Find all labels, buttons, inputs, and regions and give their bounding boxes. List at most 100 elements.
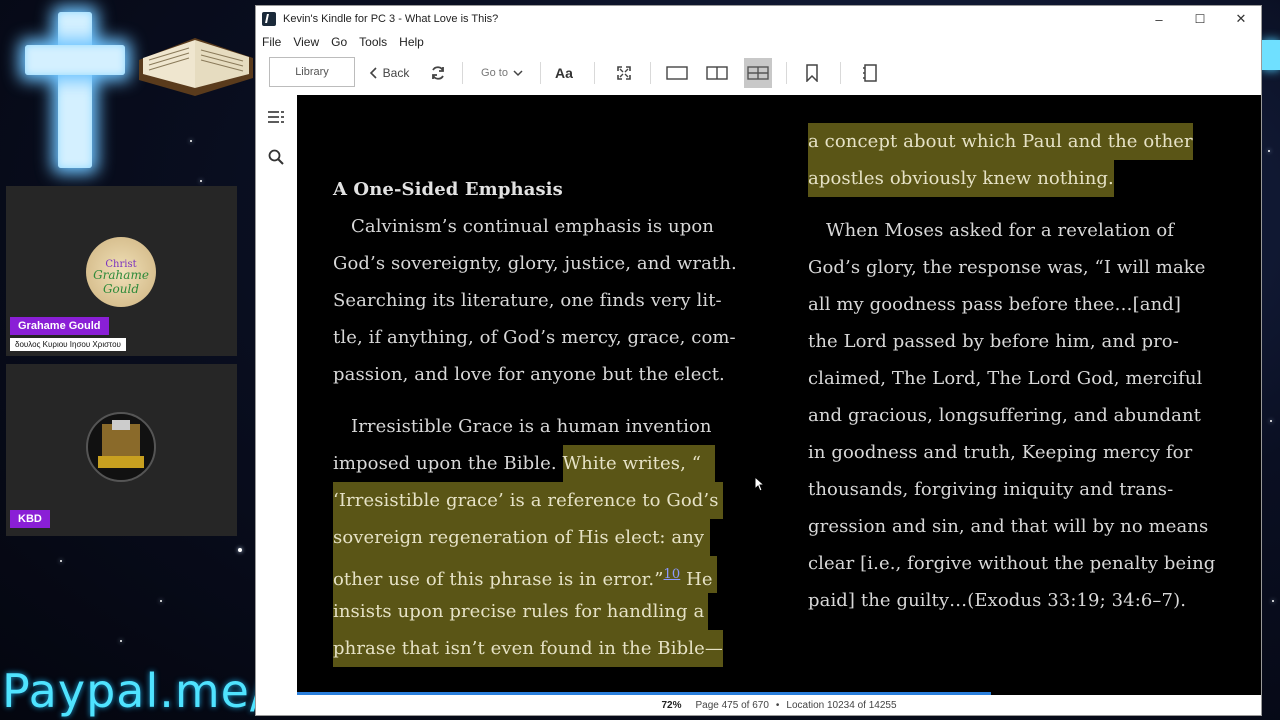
status-bar: 72% Page 475 of 670 • Location 10234 of … [297,695,1261,715]
library-button[interactable]: Library [269,57,355,87]
text-line: apostles obviously knew nothing. [808,160,1248,197]
text-line: a concept about which Paul and the other [808,123,1248,160]
search-icon [268,149,284,165]
fullscreen-icon [617,66,631,80]
grid-view-button[interactable] [744,58,772,88]
text-line: sovereign regeneration of His elect: any [333,519,763,556]
chevron-down-icon [513,70,523,77]
text-line: Irresistible Grace is a human invention [351,416,712,437]
text-line: God’s glory, the response was, “I will m… [808,257,1206,278]
page-indicator: Page 475 of 670 [695,699,769,711]
text-line: gression and sin, and that will by no me… [808,516,1209,537]
text-line: paid] the guilty…(Exodus 33:19; 34:6–7). [808,590,1187,611]
highlighted-text: phrase that isn’t even found in the Bibl… [333,630,723,667]
text-line: Calvinism’s continual emphasis is upon [351,216,714,237]
right-column: a concept about which Paul and the other… [808,123,1248,619]
highlighted-text: White writes, “ [562,445,716,482]
text-plain: imposed upon the Bible. [333,453,563,474]
avatar: Christ Grahame Gould [86,237,156,307]
notebook-button[interactable] [858,58,882,88]
text-line: Searching its literature, one finds very… [333,290,722,311]
highlighted-after: He [680,569,713,590]
kindle-window: Kevin's Kindle for PC 3 - What Love is T… [255,5,1262,716]
bookmark-button[interactable] [800,58,824,88]
back-label: Back [382,66,410,80]
avatar-art [98,420,144,468]
cross-logo-bar [25,45,125,75]
sync-button[interactable] [426,58,450,88]
webcam-panel-user2: KBD [6,364,237,536]
text-line: imposed upon the Bible. White writes, “ [333,445,763,482]
menu-help[interactable]: Help [399,35,424,49]
location-indicator: Location 10234 of 14255 [786,699,897,711]
section-heading: A One-Sided Emphasis [333,179,563,200]
menu-view[interactable]: View [293,35,319,49]
window-title: Kevin's Kindle for PC 3 - What Love is T… [283,13,499,25]
text-line: When Moses asked for a revelation of [826,220,1175,241]
text-line: ‘Irresistible grace’ is a reference to G… [333,482,763,519]
left-column: A One-Sided Emphasis Calvinism’s continu… [333,171,763,667]
webcam-panel-user1: Christ Grahame Gould Grahame Gould δουλο… [6,186,237,356]
menu-bar: File View Go Tools Help [256,32,430,52]
menu-go[interactable]: Go [331,35,347,49]
fullscreen-button[interactable] [612,58,636,88]
text-line: tle, if anything, of God’s mercy, grace,… [333,327,736,348]
percent-read: 72% [661,699,682,711]
text-line: all my goodness pass before thee…[and] [808,294,1182,315]
close-button[interactable]: ✕ [1221,6,1261,32]
text-line: and gracious, longsuffering, and abundan… [808,405,1201,426]
toolbar: Library Back Go to Aa [256,56,1261,92]
highlighted-text: ‘Irresistible grace’ is a reference to G… [333,482,723,519]
text-line: insists upon precise rules for handling … [333,593,763,630]
menu-tools[interactable]: Tools [359,35,387,49]
text-line: phrase that isn’t even found in the Bibl… [333,630,763,667]
sync-icon [432,66,444,80]
text-line: other use of this phrase is in error.”10… [333,556,763,593]
svg-text:Grahame: Grahame [93,268,149,282]
back-button[interactable]: Back [367,58,411,88]
menu-file[interactable]: File [262,35,281,49]
user-name-tag: KBD [10,510,50,528]
highlighted-quote: other use of this phrase is in error.” [333,569,664,590]
avatar-art: Christ Grahame Gould [93,259,149,296]
text-line: the Lord passed by before him, and pro- [808,331,1179,352]
title-bar: Kevin's Kindle for PC 3 - What Love is T… [256,6,1261,32]
goto-dropdown[interactable]: Go to [474,58,530,88]
goto-label: Go to [481,67,508,79]
footnote-link[interactable]: 10 [664,567,681,582]
decor-glow [1262,40,1280,70]
highlighted-text: other use of this phrase is in error.”10… [333,556,717,593]
grid-view-icon [747,66,769,80]
bookmark-icon [806,64,818,82]
table-of-contents-button[interactable] [266,107,286,127]
text-line: God’s sovereignty, glory, justice, and w… [333,253,737,274]
highlighted-text: apostles obviously knew nothing. [808,160,1114,197]
highlighted-text: insists upon precise rules for handling … [333,593,709,630]
avatar [86,412,156,482]
cross-logo [58,12,92,168]
highlighted-text: sovereign regeneration of His elect: any [333,519,711,556]
separator-dot: • [775,699,780,711]
two-column-button[interactable] [704,58,730,88]
highlighted-text: a concept about which Paul and the other [808,123,1193,160]
reading-pane[interactable]: A One-Sided Emphasis Calvinism’s continu… [297,95,1261,695]
text-line: clear [i.e., forgive without the penalty… [808,553,1216,574]
table-of-contents-icon [268,111,284,123]
text-line: claimed, The Lord, The Lord God, mercifu… [808,368,1203,389]
search-button[interactable] [266,147,286,167]
single-column-icon [666,66,688,80]
kindle-app-icon [262,12,276,26]
svg-text:Gould: Gould [103,282,139,296]
paypal-banner: Paypal.me/ [2,664,267,718]
text-line: thousands, forgiving iniquity and trans- [808,479,1174,500]
bible-icon [139,38,253,96]
text-line: in goodness and truth, Keeping mercy for [808,442,1193,463]
chevron-left-icon [369,67,377,79]
mouse-cursor-icon [754,476,766,492]
maximize-button[interactable]: ☐ [1180,6,1220,32]
font-settings-button[interactable]: Aa [552,58,576,88]
user-name-tag: Grahame Gould [10,317,109,335]
minimize-button[interactable]: – [1139,6,1179,32]
reader-sidebar [256,95,296,695]
single-column-button[interactable] [664,58,690,88]
